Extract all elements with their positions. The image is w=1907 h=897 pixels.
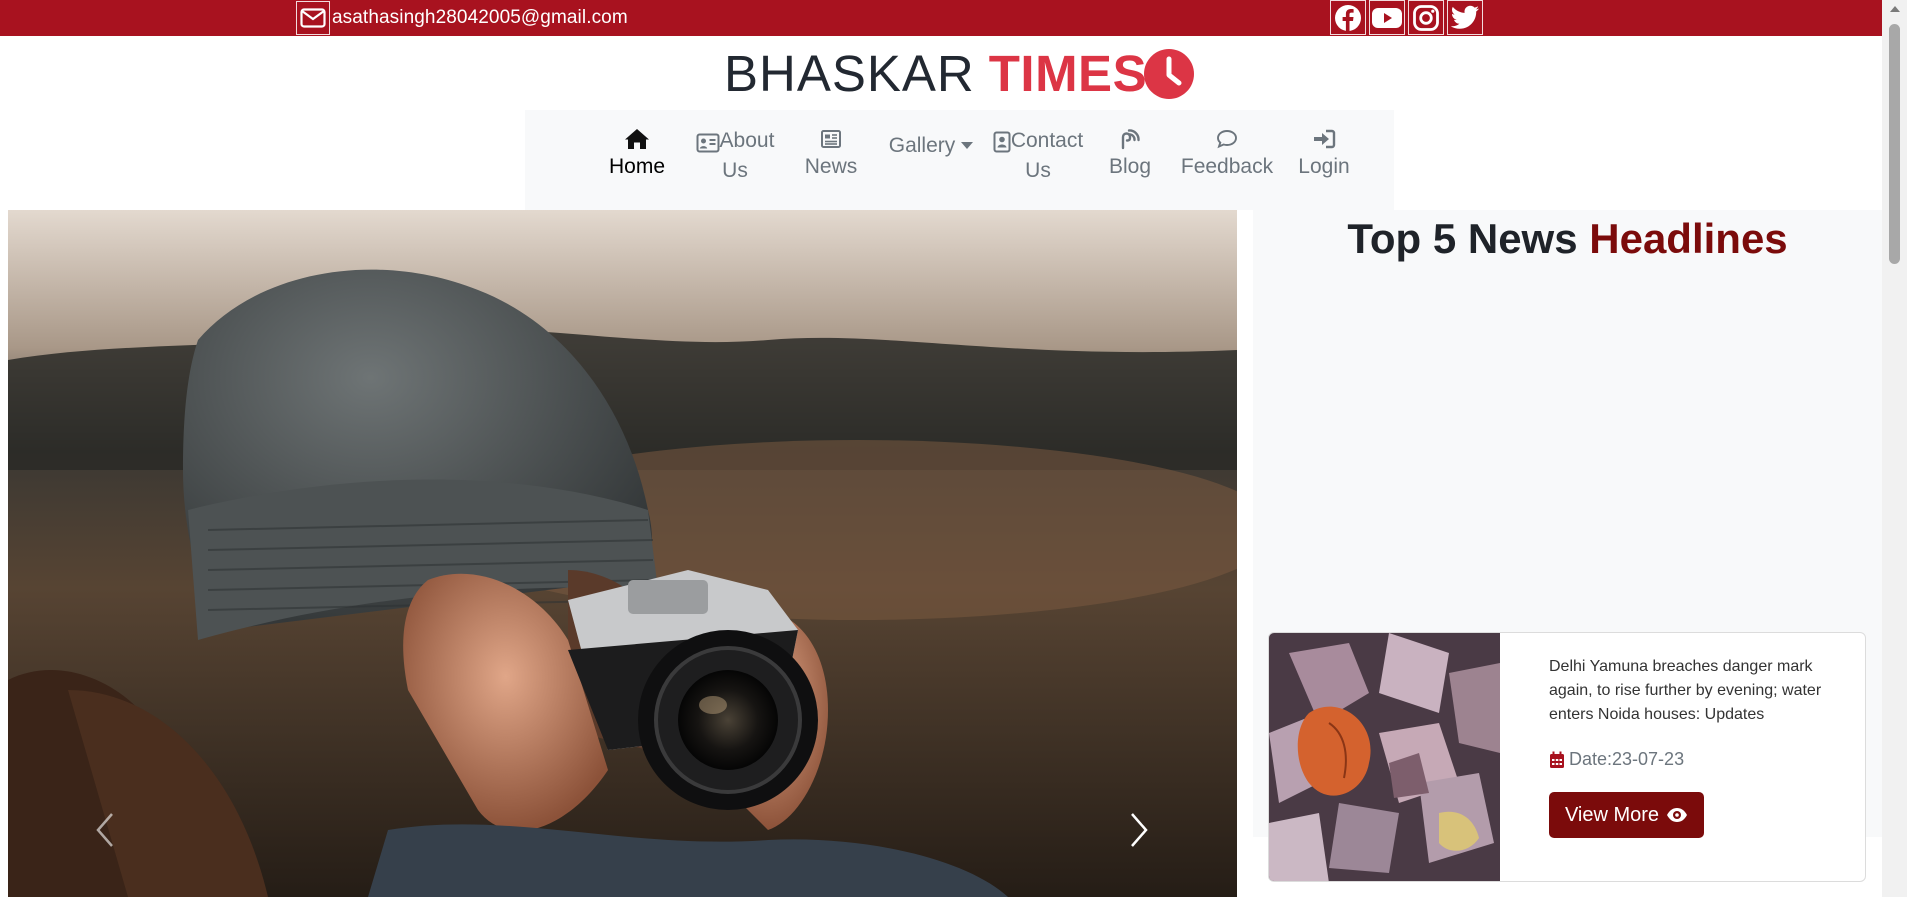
nav-contact-us[interactable]: Contact Us	[991, 126, 1085, 186]
site-logo[interactable]: BHASKAR TIMES	[724, 44, 1195, 104]
twitter-icon[interactable]	[1447, 0, 1483, 35]
instagram-icon[interactable]	[1408, 0, 1444, 35]
eye-icon	[1667, 808, 1688, 822]
title-highlight: Headlines	[1589, 215, 1788, 262]
calendar-icon	[1550, 751, 1564, 768]
home-icon	[625, 129, 649, 149]
logo-text-bhaskar: BHASKAR	[724, 45, 975, 102]
id-card-icon	[696, 133, 720, 153]
nav-news[interactable]: News	[803, 126, 859, 182]
carousel-photo-photographer	[8, 210, 1237, 897]
nav-about-line2: Us	[722, 159, 748, 182]
page-scrollbar[interactable]	[1882, 0, 1907, 897]
login-icon	[1314, 129, 1336, 149]
hero-carousel[interactable]	[8, 210, 1237, 897]
contact-card-icon	[993, 131, 1011, 153]
top-bar: asathasingh28042005@gmail.com	[0, 0, 1882, 36]
carousel-next-button[interactable]	[1118, 810, 1158, 850]
news-date: Date:23-07-23	[1549, 749, 1684, 770]
carousel-prev-button[interactable]	[86, 810, 126, 850]
envelope-icon	[296, 1, 330, 35]
leaves-image	[1269, 633, 1500, 881]
email-contact[interactable]: asathasingh28042005@gmail.com	[296, 0, 628, 36]
view-more-button[interactable]: View More	[1549, 792, 1704, 838]
newspaper-icon	[821, 130, 841, 148]
main-navigation: Home About Us News Gallery Contact Us Bl…	[525, 110, 1394, 210]
social-links	[1330, 0, 1483, 35]
nav-login[interactable]: Login	[1293, 126, 1355, 182]
nav-about-line1: About	[719, 129, 775, 152]
nav-about-us[interactable]: About Us	[695, 126, 775, 186]
facebook-icon[interactable]	[1330, 0, 1366, 35]
youtube-icon[interactable]	[1369, 0, 1405, 35]
nav-gallery-dropdown[interactable]: Gallery	[887, 131, 975, 161]
logo-text-times: TIMES	[988, 45, 1148, 102]
nav-news-label: News	[804, 155, 858, 178]
clock-icon	[1144, 49, 1195, 99]
nav-feedback[interactable]: Feedback	[1179, 126, 1275, 182]
blog-icon	[1121, 129, 1140, 150]
caret-down-icon	[961, 142, 974, 149]
nav-login-label: Login	[1298, 155, 1350, 178]
scroll-up-arrow[interactable]	[1890, 6, 1900, 12]
page: asathasingh28042005@gmail.com BHASKAR TI…	[0, 0, 1907, 897]
nav-blog-label: Blog	[1108, 155, 1152, 178]
nav-home[interactable]: Home	[607, 126, 667, 182]
nav-feedback-label: Feedback	[1180, 155, 1274, 178]
news-date-text: Date:23-07-23	[1569, 749, 1685, 769]
scrollbar-thumb[interactable]	[1889, 24, 1900, 264]
nav-home-label: Home	[608, 155, 666, 178]
news-headline[interactable]: Delhi Yamuna breaches danger mark again,…	[1549, 655, 1849, 727]
news-thumbnail[interactable]	[1269, 633, 1500, 881]
nav-gallery-label: Gallery	[888, 134, 956, 157]
nav-contact-line2: Us	[1025, 159, 1051, 182]
chat-bubble-icon	[1217, 130, 1237, 149]
email-address[interactable]: asathasingh28042005@gmail.com	[332, 7, 628, 29]
nav-blog[interactable]: Blog	[1105, 126, 1155, 182]
view-more-label: View More	[1564, 803, 1660, 826]
nav-contact-line1: Contact	[1010, 129, 1084, 152]
top-headlines-title: Top 5 News Headlines	[1253, 215, 1882, 263]
news-card: Delhi Yamuna breaches danger mark again,…	[1268, 632, 1866, 882]
title-part1: Top 5 News	[1347, 215, 1578, 262]
